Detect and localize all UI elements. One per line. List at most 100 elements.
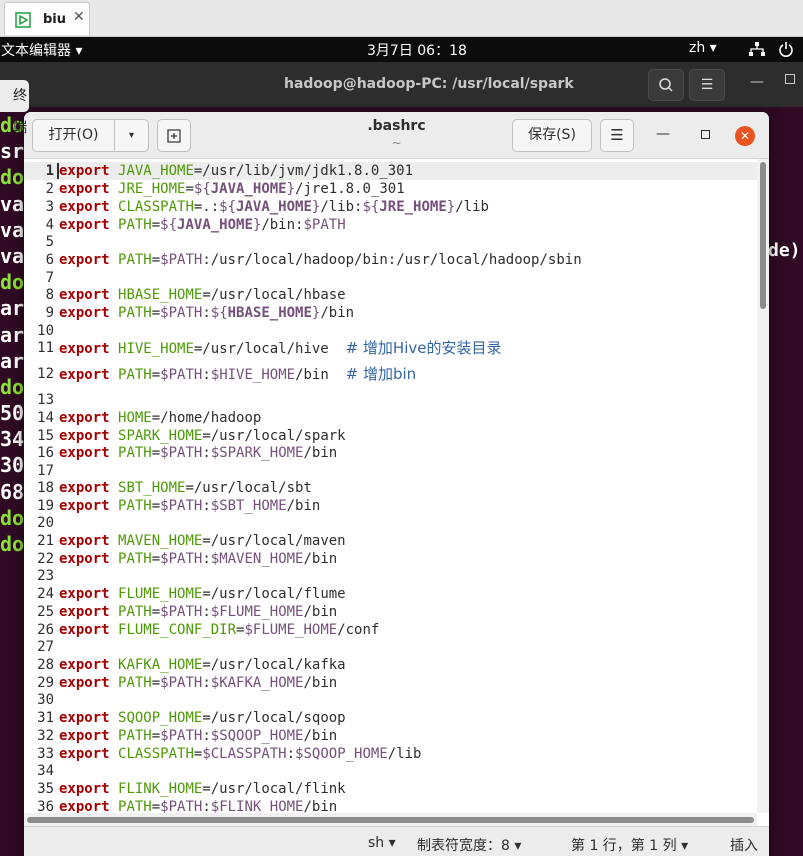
code-token: export bbox=[59, 710, 110, 726]
code-line[interactable]: 11 export HIVE_HOME=/usr/local/hive # 增加H… bbox=[24, 339, 757, 361]
code-line[interactable]: 32 export PATH=$PATH:$SQOOP_HOME/bin bbox=[24, 727, 757, 745]
terminal-title: hadoop@hadoop-PC: /usr/local/spark bbox=[284, 76, 574, 92]
code-line[interactable]: 22 export PATH=$PATH:$MAVEN_HOME/bin bbox=[24, 550, 757, 568]
code-token: $PATH bbox=[160, 675, 203, 691]
code-token: JRE_HOME bbox=[118, 181, 186, 197]
line-number: 34 bbox=[37, 763, 54, 779]
code-line[interactable]: 29 export PATH=$PATH:$KAFKA_HOME/bin bbox=[24, 674, 757, 692]
code-line[interactable]: 27 bbox=[24, 638, 757, 656]
code-line[interactable]: 12 export PATH=$PATH:$HIVE_HOME/bin # 增加b… bbox=[24, 365, 757, 387]
horizontal-scrollbar[interactable] bbox=[24, 813, 757, 826]
code-token: /bin bbox=[303, 604, 338, 620]
line-number: 12 bbox=[37, 366, 54, 382]
code-line[interactable]: 21 export MAVEN_HOME=/usr/local/maven bbox=[24, 532, 757, 550]
save-button[interactable]: 保存(S) bbox=[512, 119, 592, 152]
code-line[interactable]: 14 export HOME=/home/hadoop bbox=[24, 409, 757, 427]
line-number: 13 bbox=[37, 392, 54, 408]
app-menu[interactable]: 文本编辑器 ▾ bbox=[1, 40, 82, 60]
terminal-line: va bbox=[0, 191, 25, 216]
cursor-position[interactable]: 第 1 行，第 1 列 ▾ bbox=[571, 835, 688, 855]
code-line[interactable]: 17 bbox=[24, 462, 757, 480]
code-line[interactable]: 25 export PATH=$PATH:$FLUME_HOME/bin bbox=[24, 603, 757, 621]
power-icon[interactable] bbox=[778, 41, 794, 57]
code-line[interactable]: 16 export PATH=$PATH:$SPARK_HOME/bin bbox=[24, 444, 757, 462]
code-token: /bin bbox=[303, 445, 338, 461]
close-icon[interactable]: ✕ bbox=[73, 9, 85, 25]
terminal-minimize-button[interactable]: — bbox=[750, 74, 764, 90]
code-line[interactable]: 9 export PATH=$PATH:${HBASE_HOME}/bin bbox=[24, 304, 757, 322]
input-method-menu[interactable]: zh ▾ bbox=[689, 40, 717, 56]
code-token: = bbox=[151, 551, 161, 567]
code-line[interactable]: 6 export PATH=$PATH:/usr/local/hadoop/bin… bbox=[24, 251, 757, 269]
code-line[interactable]: 3 export CLASSPATH=.:${JAVA_HOME}/lib:${J… bbox=[24, 198, 757, 216]
code-line[interactable]: 36 export PATH=$PATH:$FLINK_HOME/bin bbox=[24, 798, 757, 813]
terminal-line: va bbox=[0, 243, 25, 268]
code-line[interactable]: 15 export SPARK_HOME=/usr/local/spark bbox=[24, 427, 757, 445]
code-line[interactable]: 30 bbox=[24, 691, 757, 709]
code-token: FLUME_HOME bbox=[118, 586, 203, 602]
terminal-tab-label[interactable]: 终端 bbox=[0, 80, 29, 136]
code-token: export bbox=[59, 181, 110, 197]
terminal-line: 50 bbox=[0, 401, 25, 426]
code-token: /lib: bbox=[320, 199, 363, 215]
language-selector[interactable]: sh ▾ bbox=[368, 835, 396, 851]
code-line[interactable]: 23 bbox=[24, 567, 757, 585]
code-text: export FLUME_HOME=/usr/local/flume bbox=[59, 585, 346, 603]
hamburger-menu-button[interactable]: ☰ bbox=[600, 119, 634, 152]
code-line[interactable]: 35 export FLINK_HOME=/usr/local/flink bbox=[24, 780, 757, 798]
code-token: export bbox=[59, 533, 110, 549]
code-line[interactable]: 8 export HBASE_HOME=/usr/local/hbase bbox=[24, 286, 757, 304]
vm-tab[interactable]: biu ✕ bbox=[4, 2, 90, 35]
code-token: $HIVE_HOME bbox=[210, 367, 296, 383]
code-line[interactable]: 31 export SQOOP_HOME=/usr/local/sqoop bbox=[24, 709, 757, 727]
code-line[interactable]: 7 bbox=[24, 269, 757, 287]
text-cursor bbox=[57, 163, 59, 179]
clock[interactable]: 3月7日 06：18 bbox=[367, 40, 467, 60]
code-token: : bbox=[202, 551, 211, 567]
code-token: JAVA_HOME bbox=[177, 217, 253, 233]
line-number: 8 bbox=[45, 287, 54, 303]
line-number: 19 bbox=[37, 498, 54, 514]
code-token: export bbox=[59, 622, 110, 638]
terminal-search-button[interactable] bbox=[648, 69, 684, 101]
horizontal-scroll-thumb[interactable] bbox=[27, 817, 754, 823]
tab-width-selector[interactable]: 制表符宽度：8 ▾ bbox=[417, 835, 521, 855]
network-icon[interactable] bbox=[748, 41, 766, 57]
code-token: $CLASSPATH bbox=[202, 746, 287, 762]
code-line[interactable]: 24 export FLUME_HOME=/usr/local/flume bbox=[24, 585, 757, 603]
terminal-line: 34 bbox=[0, 427, 25, 452]
code-line[interactable]: 26 export FLUME_CONF_DIR=$FLUME_HOME/conf bbox=[24, 621, 757, 639]
code-line[interactable]: 28 export KAFKA_HOME=/usr/local/kafka bbox=[24, 656, 757, 674]
vertical-scrollbar[interactable] bbox=[757, 159, 769, 813]
code-token: export bbox=[59, 305, 110, 321]
code-line[interactable]: 33 export CLASSPATH=$CLASSPATH:$SQOOP_HOM… bbox=[24, 745, 757, 763]
code-line[interactable]: 19 export PATH=$PATH:$SBT_HOME/bin bbox=[24, 497, 757, 515]
code-line[interactable]: 13 bbox=[24, 391, 757, 409]
close-button[interactable]: ✕ bbox=[735, 126, 755, 146]
terminal-line: 30 bbox=[0, 453, 25, 478]
terminal-maximize-button[interactable] bbox=[785, 74, 795, 84]
code-line[interactable]: 5 bbox=[24, 233, 757, 251]
code-token: /bin bbox=[303, 551, 338, 567]
code-editor[interactable]: 1 export JAVA_HOME=/usr/lib/jvm/jdk1.8.0_… bbox=[24, 159, 769, 813]
code-line[interactable]: 2 export JRE_HOME=${JAVA_HOME}/jre1.8.0_3… bbox=[24, 180, 757, 198]
code-line[interactable]: 18 export SBT_HOME=/usr/local/sbt bbox=[24, 479, 757, 497]
code-token: $PATH bbox=[160, 604, 203, 620]
vertical-scroll-thumb[interactable] bbox=[760, 162, 766, 309]
code-line[interactable]: 34 bbox=[24, 762, 757, 780]
line-number: 20 bbox=[37, 515, 54, 531]
code-line[interactable]: 20 bbox=[24, 514, 757, 532]
code-line[interactable]: 4 export PATH=${JAVA_HOME}/bin:$PATH bbox=[24, 216, 757, 234]
maximize-button[interactable] bbox=[701, 130, 710, 139]
code-line[interactable]: 1 export JAVA_HOME=/usr/lib/jvm/jdk1.8.0_… bbox=[24, 162, 757, 180]
code-token: $FLUME_HOME bbox=[244, 622, 338, 638]
code-line[interactable]: 10 bbox=[24, 322, 757, 340]
minimize-button[interactable]: — bbox=[656, 126, 670, 142]
terminal-menu-button[interactable]: ☰ bbox=[689, 69, 725, 101]
code-token: PATH bbox=[118, 799, 152, 813]
